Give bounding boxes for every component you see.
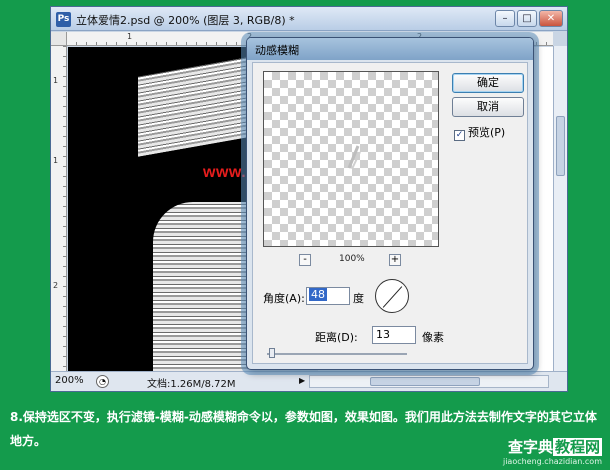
- angle-input[interactable]: 48: [306, 287, 350, 305]
- angle-value: 48: [309, 288, 327, 301]
- zoom-in-button[interactable]: +: [389, 254, 401, 266]
- distance-slider-thumb[interactable]: [269, 348, 275, 358]
- zoom-out-button[interactable]: -: [299, 254, 311, 266]
- zoom-level[interactable]: 200%: [55, 375, 84, 386]
- distance-label: 距离(D):: [315, 331, 358, 344]
- site-logo-main: 查字典: [507, 438, 553, 456]
- minimize-button[interactable]: –: [495, 10, 515, 27]
- ok-button[interactable]: 确定: [452, 73, 524, 93]
- distance-unit: 像素: [422, 331, 444, 344]
- document-size-info[interactable]: 文档:1.26M/8.72M: [147, 375, 236, 390]
- preview-zoom-percent: 100%: [339, 254, 365, 264]
- horizontal-scrollbar[interactable]: [309, 375, 549, 388]
- close-button[interactable]: ✕: [539, 10, 563, 27]
- maximize-button[interactable]: □: [517, 10, 537, 27]
- dialog-body: - 100% + 确定 取消 ✓ 预览(P) 角度(A): 48 度 距离(D):…: [252, 62, 528, 364]
- preview-checkbox[interactable]: ✓: [454, 130, 465, 141]
- ruler-mark: 2: [53, 281, 59, 290]
- cancel-button[interactable]: 取消: [452, 97, 524, 117]
- preview-zoom-controls: - 100% +: [291, 254, 411, 268]
- ruler-mark: 1: [53, 156, 59, 165]
- preview-content: [347, 145, 361, 170]
- ruler-mark: 1: [127, 32, 133, 41]
- motion-blur-dialog: 动感模糊 - 100% + 确定 取消 ✓ 预览(P) 角度(A): 48 度 距…: [246, 37, 534, 370]
- distance-input[interactable]: 13: [372, 326, 416, 344]
- site-logo-url: jiaocheng.chazidian.com: [502, 457, 602, 466]
- document-title: 立体爱情2.psd @ 200% (图层 3, RGB/8) *: [76, 14, 295, 27]
- blurred-stripes-top: [138, 57, 248, 157]
- site-logo-highlight: 教程网: [552, 438, 602, 456]
- ruler-mark: 1: [53, 76, 59, 85]
- distance-slider-track[interactable]: [267, 353, 407, 355]
- vertical-ruler[interactable]: 1 1 2: [51, 46, 67, 372]
- angle-dial-needle: [382, 286, 403, 308]
- status-bar: 200% ◔ 文档:1.26M/8.72M ▶: [51, 371, 567, 391]
- preview-checkbox-label: 预览(P): [468, 126, 506, 139]
- filter-preview[interactable]: [263, 71, 439, 247]
- angle-label: 角度(A):: [263, 292, 305, 305]
- scroll-thumb[interactable]: [556, 116, 565, 176]
- dialog-title: 动感模糊: [255, 44, 299, 57]
- scroll-thumb[interactable]: [370, 377, 480, 386]
- angle-dial[interactable]: [375, 279, 409, 313]
- document-titlebar[interactable]: Ps 立体爱情2.psd @ 200% (图层 3, RGB/8) * – □ …: [51, 7, 567, 31]
- dialog-titlebar[interactable]: 动感模糊: [247, 38, 533, 60]
- site-logo: 查字典 教程网 jiaocheng.chazidian.com: [503, 436, 602, 466]
- ruler-origin[interactable]: [51, 32, 67, 46]
- document-profile-icon[interactable]: ◔: [96, 375, 109, 388]
- status-menu-arrow-icon[interactable]: ▶: [299, 376, 305, 385]
- vertical-scrollbar[interactable]: [553, 46, 567, 372]
- preview-checkbox-row[interactable]: ✓ 预览(P): [454, 124, 505, 141]
- angle-unit: 度: [353, 292, 364, 305]
- photoshop-logo-icon: Ps: [56, 12, 71, 27]
